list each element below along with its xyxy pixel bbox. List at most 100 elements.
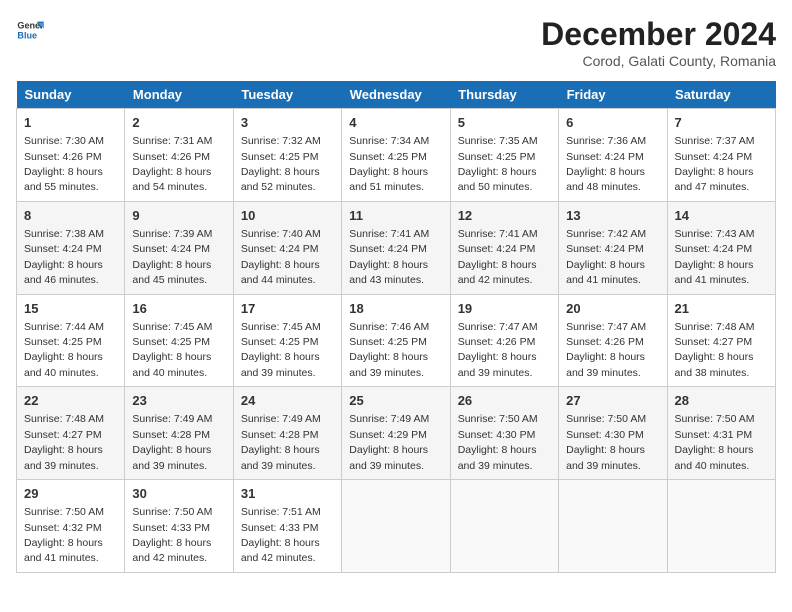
calendar-cell: 15 Sunrise: 7:44 AMSunset: 4:25 PMDayligh… bbox=[17, 294, 125, 387]
calendar-cell: 8 Sunrise: 7:38 AMSunset: 4:24 PMDaylight… bbox=[17, 201, 125, 294]
calendar-cell: 19 Sunrise: 7:47 AMSunset: 4:26 PMDayligh… bbox=[450, 294, 558, 387]
day-info: Sunrise: 7:30 AMSunset: 4:26 PMDaylight:… bbox=[24, 135, 104, 193]
calendar-cell: 26 Sunrise: 7:50 AMSunset: 4:30 PMDayligh… bbox=[450, 387, 558, 480]
day-number: 22 bbox=[24, 392, 117, 410]
day-info: Sunrise: 7:47 AMSunset: 4:26 PMDaylight:… bbox=[458, 321, 538, 379]
day-number: 18 bbox=[349, 300, 442, 318]
day-info: Sunrise: 7:50 AMSunset: 4:33 PMDaylight:… bbox=[132, 506, 212, 564]
calendar-cell: 29Sunrise: 7:50 AMSunset: 4:32 PMDayligh… bbox=[17, 480, 125, 573]
day-number: 30 bbox=[132, 485, 225, 503]
day-info: Sunrise: 7:48 AMSunset: 4:27 PMDaylight:… bbox=[675, 321, 755, 379]
weekday-header-row: SundayMondayTuesdayWednesdayThursdayFrid… bbox=[17, 81, 776, 109]
title-area: December 2024 Corod, Galati County, Roma… bbox=[541, 16, 776, 69]
day-info: Sunrise: 7:32 AMSunset: 4:25 PMDaylight:… bbox=[241, 135, 321, 193]
weekday-header-sunday: Sunday bbox=[17, 81, 125, 109]
calendar-table: SundayMondayTuesdayWednesdayThursdayFrid… bbox=[16, 81, 776, 573]
day-info: Sunrise: 7:50 AMSunset: 4:30 PMDaylight:… bbox=[458, 413, 538, 471]
day-info: Sunrise: 7:49 AMSunset: 4:28 PMDaylight:… bbox=[132, 413, 212, 471]
weekday-header-wednesday: Wednesday bbox=[342, 81, 450, 109]
day-info: Sunrise: 7:49 AMSunset: 4:29 PMDaylight:… bbox=[349, 413, 429, 471]
calendar-cell bbox=[450, 480, 558, 573]
calendar-cell bbox=[667, 480, 775, 573]
day-info: Sunrise: 7:31 AMSunset: 4:26 PMDaylight:… bbox=[132, 135, 212, 193]
day-number: 5 bbox=[458, 114, 551, 132]
day-info: Sunrise: 7:40 AMSunset: 4:24 PMDaylight:… bbox=[241, 228, 321, 286]
weekday-header-tuesday: Tuesday bbox=[233, 81, 341, 109]
calendar-cell: 18 Sunrise: 7:46 AMSunset: 4:25 PMDayligh… bbox=[342, 294, 450, 387]
day-number: 20 bbox=[566, 300, 659, 318]
calendar-cell: 27 Sunrise: 7:50 AMSunset: 4:30 PMDayligh… bbox=[559, 387, 667, 480]
calendar-week-row: 22 Sunrise: 7:48 AMSunset: 4:27 PMDayligh… bbox=[17, 387, 776, 480]
day-number: 29 bbox=[24, 485, 117, 503]
calendar-cell: 13Sunrise: 7:42 AMSunset: 4:24 PMDayligh… bbox=[559, 201, 667, 294]
calendar-cell: 24 Sunrise: 7:49 AMSunset: 4:28 PMDayligh… bbox=[233, 387, 341, 480]
calendar-cell bbox=[559, 480, 667, 573]
page-subtitle: Corod, Galati County, Romania bbox=[541, 53, 776, 69]
day-number: 8 bbox=[24, 207, 117, 225]
day-info: Sunrise: 7:50 AMSunset: 4:31 PMDaylight:… bbox=[675, 413, 755, 471]
calendar-cell: 21 Sunrise: 7:48 AMSunset: 4:27 PMDayligh… bbox=[667, 294, 775, 387]
day-info: Sunrise: 7:42 AMSunset: 4:24 PMDaylight:… bbox=[566, 228, 646, 286]
day-number: 17 bbox=[241, 300, 334, 318]
day-info: Sunrise: 7:46 AMSunset: 4:25 PMDaylight:… bbox=[349, 321, 429, 379]
day-info: Sunrise: 7:50 AMSunset: 4:30 PMDaylight:… bbox=[566, 413, 646, 471]
day-number: 16 bbox=[132, 300, 225, 318]
calendar-cell: 22 Sunrise: 7:48 AMSunset: 4:27 PMDayligh… bbox=[17, 387, 125, 480]
calendar-cell: 25 Sunrise: 7:49 AMSunset: 4:29 PMDayligh… bbox=[342, 387, 450, 480]
calendar-cell: 31 Sunrise: 7:51 AMSunset: 4:33 PMDayligh… bbox=[233, 480, 341, 573]
calendar-cell: 2 Sunrise: 7:31 AMSunset: 4:26 PMDaylight… bbox=[125, 109, 233, 202]
day-number: 27 bbox=[566, 392, 659, 410]
calendar-cell: 6Sunrise: 7:36 AMSunset: 4:24 PMDaylight… bbox=[559, 109, 667, 202]
calendar-cell: 14Sunrise: 7:43 AMSunset: 4:24 PMDayligh… bbox=[667, 201, 775, 294]
calendar-cell: 28Sunrise: 7:50 AMSunset: 4:31 PMDayligh… bbox=[667, 387, 775, 480]
weekday-header-monday: Monday bbox=[125, 81, 233, 109]
calendar-week-row: 1 Sunrise: 7:30 AMSunset: 4:26 PMDaylight… bbox=[17, 109, 776, 202]
day-info: Sunrise: 7:38 AMSunset: 4:24 PMDaylight:… bbox=[24, 228, 104, 286]
calendar-week-row: 15 Sunrise: 7:44 AMSunset: 4:25 PMDayligh… bbox=[17, 294, 776, 387]
calendar-body: 1 Sunrise: 7:30 AMSunset: 4:26 PMDaylight… bbox=[17, 109, 776, 573]
day-number: 15 bbox=[24, 300, 117, 318]
day-info: Sunrise: 7:35 AMSunset: 4:25 PMDaylight:… bbox=[458, 135, 538, 193]
calendar-cell: 7Sunrise: 7:37 AMSunset: 4:24 PMDaylight… bbox=[667, 109, 775, 202]
calendar-cell: 17 Sunrise: 7:45 AMSunset: 4:25 PMDayligh… bbox=[233, 294, 341, 387]
day-info: Sunrise: 7:45 AMSunset: 4:25 PMDaylight:… bbox=[241, 321, 321, 379]
page-title: December 2024 bbox=[541, 16, 776, 53]
day-info: Sunrise: 7:43 AMSunset: 4:24 PMDaylight:… bbox=[675, 228, 755, 286]
day-info: Sunrise: 7:34 AMSunset: 4:25 PMDaylight:… bbox=[349, 135, 429, 193]
logo: General Blue bbox=[16, 16, 44, 44]
header: General Blue December 2024 Corod, Galati… bbox=[16, 16, 776, 69]
day-number: 23 bbox=[132, 392, 225, 410]
day-number: 25 bbox=[349, 392, 442, 410]
calendar-cell: 16 Sunrise: 7:45 AMSunset: 4:25 PMDayligh… bbox=[125, 294, 233, 387]
calendar-cell bbox=[342, 480, 450, 573]
weekday-header-friday: Friday bbox=[559, 81, 667, 109]
day-number: 2 bbox=[132, 114, 225, 132]
day-info: Sunrise: 7:51 AMSunset: 4:33 PMDaylight:… bbox=[241, 506, 321, 564]
calendar-cell: 11Sunrise: 7:41 AMSunset: 4:24 PMDayligh… bbox=[342, 201, 450, 294]
calendar-cell: 9Sunrise: 7:39 AMSunset: 4:24 PMDaylight… bbox=[125, 201, 233, 294]
calendar-cell: 20 Sunrise: 7:47 AMSunset: 4:26 PMDayligh… bbox=[559, 294, 667, 387]
day-number: 3 bbox=[241, 114, 334, 132]
day-info: Sunrise: 7:45 AMSunset: 4:25 PMDaylight:… bbox=[132, 321, 212, 379]
day-info: Sunrise: 7:49 AMSunset: 4:28 PMDaylight:… bbox=[241, 413, 321, 471]
day-info: Sunrise: 7:48 AMSunset: 4:27 PMDaylight:… bbox=[24, 413, 104, 471]
day-number: 24 bbox=[241, 392, 334, 410]
day-info: Sunrise: 7:47 AMSunset: 4:26 PMDaylight:… bbox=[566, 321, 646, 379]
day-number: 1 bbox=[24, 114, 117, 132]
day-info: Sunrise: 7:44 AMSunset: 4:25 PMDaylight:… bbox=[24, 321, 104, 379]
day-number: 31 bbox=[241, 485, 334, 503]
day-number: 19 bbox=[458, 300, 551, 318]
day-number: 26 bbox=[458, 392, 551, 410]
day-number: 4 bbox=[349, 114, 442, 132]
day-info: Sunrise: 7:41 AMSunset: 4:24 PMDaylight:… bbox=[458, 228, 538, 286]
weekday-header-saturday: Saturday bbox=[667, 81, 775, 109]
day-info: Sunrise: 7:37 AMSunset: 4:24 PMDaylight:… bbox=[675, 135, 755, 193]
day-number: 6 bbox=[566, 114, 659, 132]
calendar-week-row: 29Sunrise: 7:50 AMSunset: 4:32 PMDayligh… bbox=[17, 480, 776, 573]
day-info: Sunrise: 7:39 AMSunset: 4:24 PMDaylight:… bbox=[132, 228, 212, 286]
calendar-cell: 30 Sunrise: 7:50 AMSunset: 4:33 PMDayligh… bbox=[125, 480, 233, 573]
day-number: 21 bbox=[675, 300, 768, 318]
weekday-header-thursday: Thursday bbox=[450, 81, 558, 109]
calendar-cell: 12Sunrise: 7:41 AMSunset: 4:24 PMDayligh… bbox=[450, 201, 558, 294]
day-number: 10 bbox=[241, 207, 334, 225]
